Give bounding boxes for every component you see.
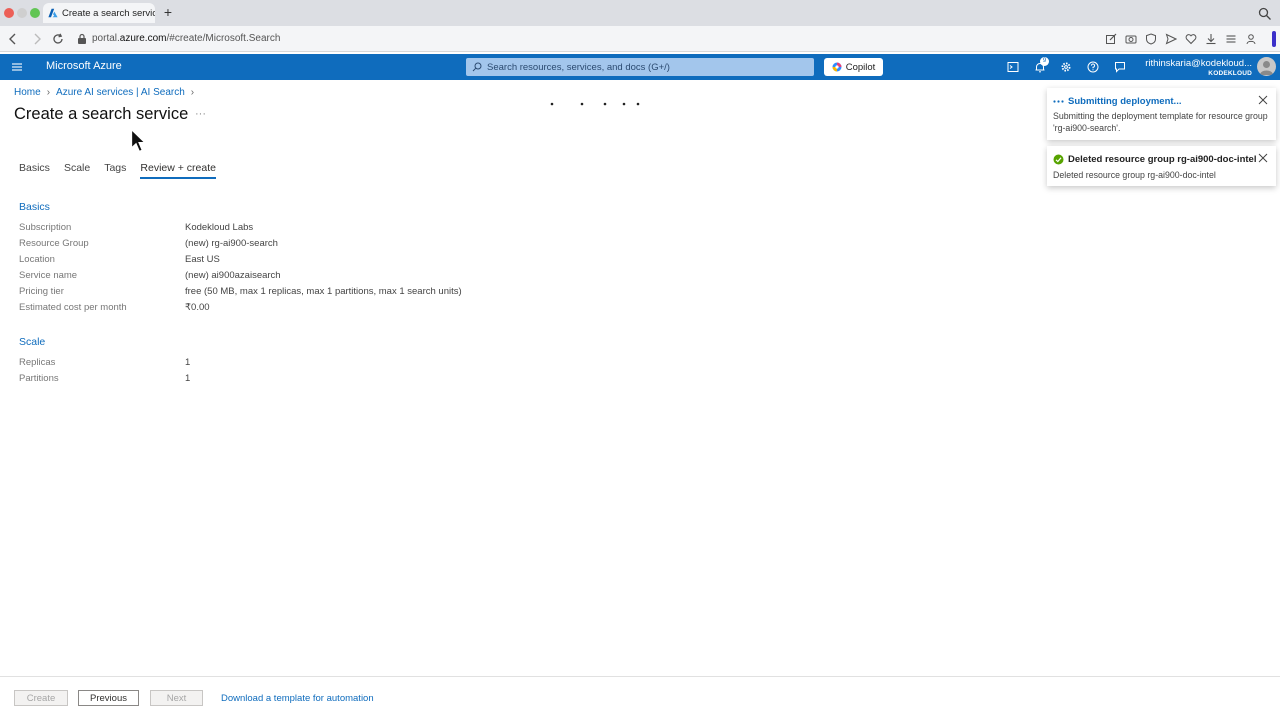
azure-top-bar: Microsoft Azure Copilot 9 ri: [0, 54, 1280, 80]
loading-dots-icon: [550, 102, 640, 106]
close-icon[interactable]: [1258, 153, 1268, 163]
notification-toast[interactable]: Deleted resource group rg-ai900-doc-inte…: [1047, 146, 1276, 186]
new-tab-button[interactable]: +: [161, 5, 175, 19]
profile-icon[interactable]: [1245, 33, 1257, 45]
tab-tags[interactable]: Tags: [104, 162, 126, 179]
service-name-value: (new) ai900azaisearch: [185, 270, 281, 281]
section-basics-title: Basics: [19, 201, 50, 213]
feedback-icon[interactable]: [1114, 61, 1126, 73]
notification-title: Submitting deployment...: [1068, 96, 1182, 107]
copilot-button[interactable]: Copilot: [824, 58, 883, 76]
copilot-label: Copilot: [845, 61, 876, 73]
cloud-shell-icon[interactable]: [1007, 61, 1019, 73]
user-email[interactable]: rithinskaria@kodekloud...: [1145, 58, 1252, 69]
subscription-value: Kodekloud Labs: [185, 222, 254, 233]
location-label: Location: [19, 254, 55, 265]
chevron-right-icon: ›: [46, 87, 51, 98]
subscription-label: Subscription: [19, 222, 72, 233]
breadcrumb-ai-search[interactable]: Azure AI services | AI Search: [56, 87, 185, 98]
address-bar: portal.azure.com/#create/Microsoft.Searc…: [0, 26, 1280, 52]
tab-search-icon[interactable]: [1258, 7, 1272, 21]
pricing-tier-label: Pricing tier: [19, 286, 64, 297]
wizard-footer: Create Previous Next Download a template…: [0, 676, 1280, 720]
lock-icon[interactable]: [77, 33, 87, 44]
send-icon[interactable]: [1165, 33, 1177, 45]
notification-count-badge: 9: [1040, 57, 1049, 66]
wizard-tabs: Basics Scale Tags Review + create: [19, 162, 230, 179]
create-button[interactable]: Create: [14, 690, 68, 706]
browser-tab[interactable]: Create a search service: [43, 3, 155, 23]
minimize-window-button[interactable]: [17, 8, 27, 18]
tab-review-create[interactable]: Review + create: [140, 162, 216, 179]
browser-tab-title: Create a search service: [62, 7, 155, 19]
previous-button[interactable]: Previous: [78, 690, 139, 706]
user-directory: KODEKLOUD: [1208, 70, 1252, 77]
azure-logo-icon: [48, 8, 58, 18]
close-window-button[interactable]: [4, 8, 14, 18]
forward-icon[interactable]: [30, 32, 44, 46]
browser-tab-bar: Create a search service +: [0, 0, 1280, 26]
url-domain: azure.com: [119, 33, 167, 44]
in-progress-ellipsis-icon: [1053, 100, 1064, 103]
tab-basics[interactable]: Basics: [19, 162, 50, 179]
estimated-cost-value: ₹0.00: [185, 302, 210, 313]
settings-gear-icon[interactable]: [1060, 61, 1072, 73]
heart-icon[interactable]: [1185, 33, 1197, 45]
notification-title: Deleted resource group rg-ai900-doc-inte…: [1068, 154, 1257, 165]
close-icon[interactable]: [1258, 95, 1268, 105]
replicas-label: Replicas: [19, 357, 56, 368]
notification-body: Deleted resource group rg-ai900-doc-inte…: [1053, 170, 1216, 180]
page-title: Create a search service: [14, 105, 189, 123]
search-icon: [472, 62, 482, 72]
url-field[interactable]: portal.azure.com/#create/Microsoft.Searc…: [92, 33, 280, 44]
shield-icon[interactable]: [1145, 33, 1157, 45]
resource-group-value: (new) rg-ai900-search: [185, 238, 278, 249]
global-search[interactable]: [466, 58, 814, 76]
hamburger-menu-icon[interactable]: [11, 61, 23, 73]
next-button[interactable]: Next: [150, 690, 203, 706]
section-scale-title: Scale: [19, 336, 46, 348]
download-icon[interactable]: [1205, 33, 1217, 45]
help-icon[interactable]: [1087, 61, 1099, 73]
global-search-input[interactable]: [487, 61, 807, 73]
resource-group-label: Resource Group: [19, 238, 89, 249]
url-prefix: portal.: [92, 33, 120, 44]
copilot-icon: [832, 62, 842, 72]
camera-icon[interactable]: [1125, 33, 1137, 45]
reload-icon[interactable]: [51, 32, 65, 46]
breadcrumb-home[interactable]: Home: [14, 87, 41, 98]
replicas-value: 1: [185, 357, 191, 368]
location-value: East US: [185, 254, 220, 265]
sidebar-toggle[interactable]: [1272, 31, 1276, 47]
breadcrumb: Home › Azure AI services | AI Search ›: [14, 87, 200, 98]
download-template-link[interactable]: Download a template for automation: [221, 693, 374, 704]
edit-icon[interactable]: [1105, 33, 1117, 45]
back-icon[interactable]: [6, 32, 20, 46]
more-options-button[interactable]: ···: [195, 108, 206, 120]
menu-icon[interactable]: [1225, 33, 1237, 45]
chevron-right-icon: ›: [190, 87, 195, 98]
avatar-person-icon: [1260, 61, 1273, 75]
service-name-label: Service name: [19, 270, 78, 281]
pricing-tier-value: free (50 MB, max 1 replicas, max 1 parti…: [185, 286, 462, 297]
notification-body: Submitting the deployment template for r…: [1053, 111, 1268, 133]
estimated-cost-label: Estimated cost per month: [19, 302, 127, 313]
url-path: /#create/Microsoft.Search: [166, 33, 281, 44]
notification-toast[interactable]: Submitting deployment... Submitting the …: [1047, 88, 1276, 140]
tab-scale[interactable]: Scale: [64, 162, 90, 179]
partitions-value: 1: [185, 373, 191, 384]
maximize-window-button[interactable]: [30, 8, 40, 18]
success-check-icon: [1053, 154, 1064, 165]
partitions-label: Partitions: [19, 373, 59, 384]
mouse-cursor-icon: [130, 128, 147, 153]
avatar[interactable]: [1257, 57, 1276, 76]
portal-brand[interactable]: Microsoft Azure: [46, 60, 122, 72]
